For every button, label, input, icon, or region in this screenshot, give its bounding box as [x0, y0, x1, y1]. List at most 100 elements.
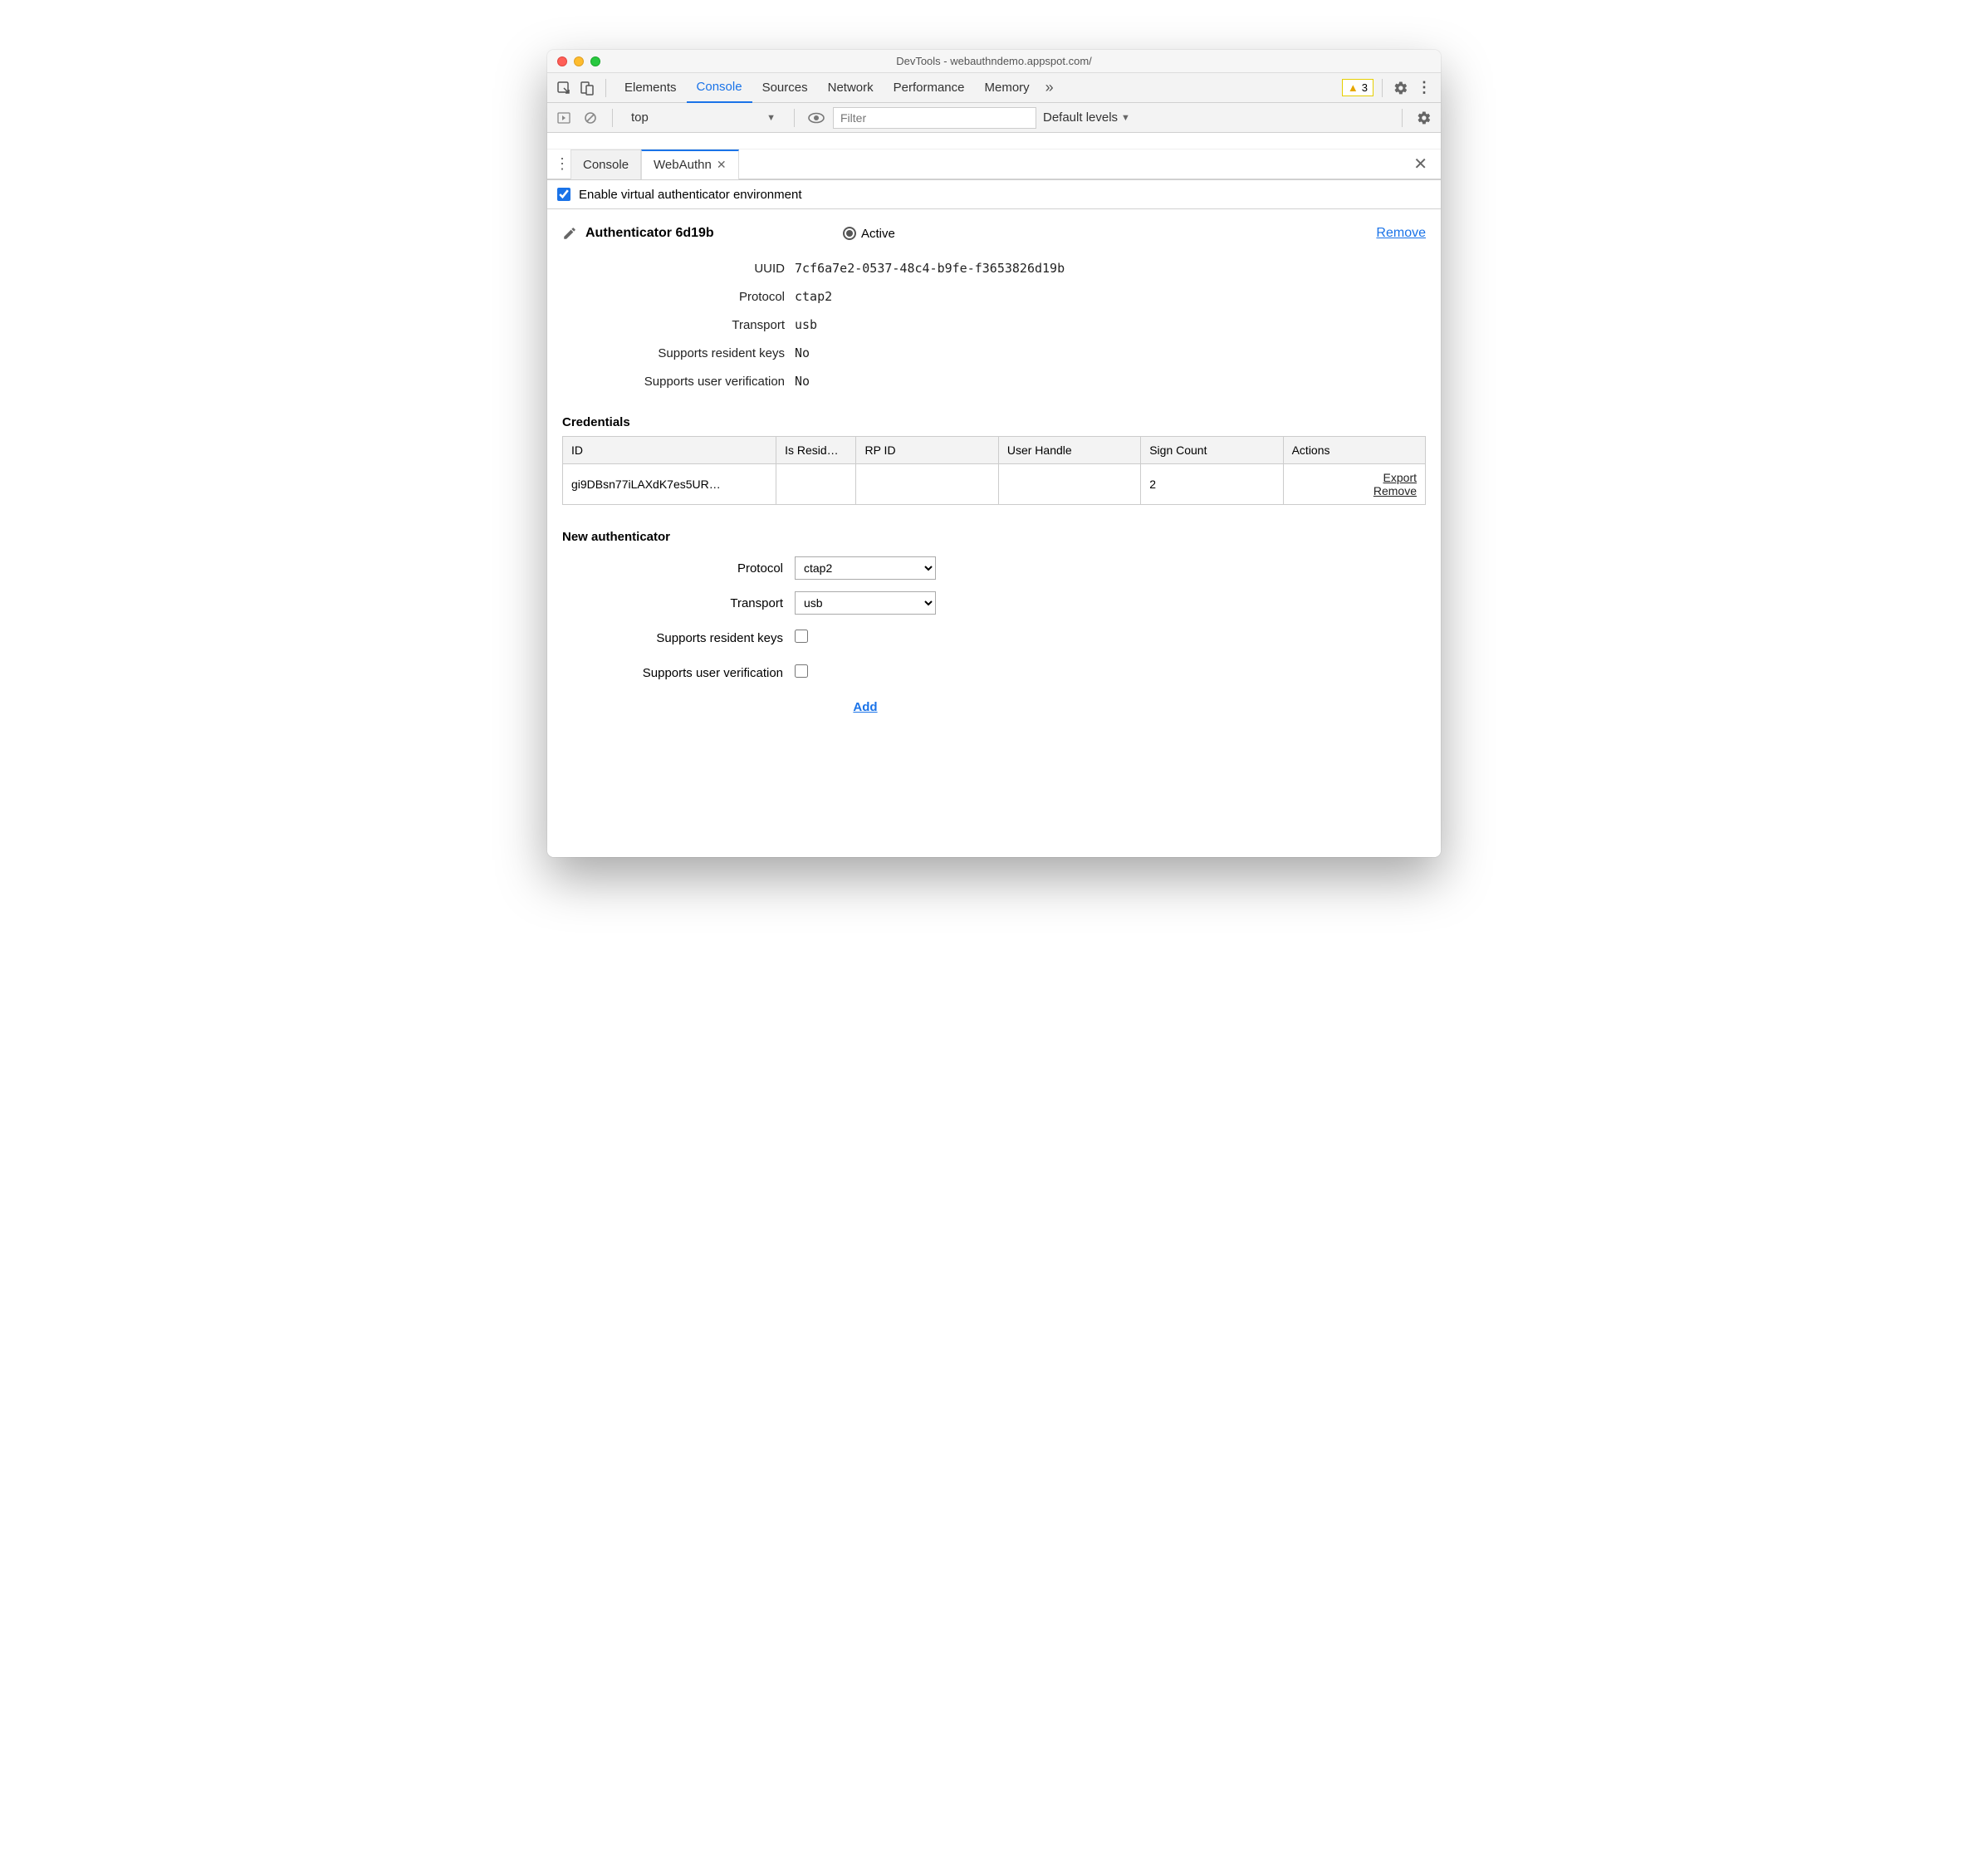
panel-tabs: Elements Console Sources Network Perform…	[615, 73, 1339, 103]
detail-row: UUID 7cf6a7e2-0537-48c4-b9fe-f3653826d19…	[579, 254, 1426, 282]
userverify-label: Supports user verification	[562, 666, 795, 680]
filter-input[interactable]	[833, 107, 1036, 129]
warning-icon: ▲	[1348, 81, 1359, 94]
transport-select[interactable]: usb	[795, 591, 936, 615]
drawer-tab-webauthn[interactable]: WebAuthn ✕	[641, 149, 739, 179]
detail-value: No	[795, 374, 810, 389]
enable-virtual-auth-row: Enable virtual authenticator environment	[547, 179, 1441, 209]
divider	[794, 109, 795, 127]
levels-label: Default levels	[1043, 110, 1118, 125]
th-signcount[interactable]: Sign Count	[1141, 437, 1283, 464]
tab-performance[interactable]: Performance	[884, 73, 975, 103]
issues-badge[interactable]: ▲ 3	[1342, 79, 1373, 96]
detail-row: Protocol ctap2	[579, 282, 1426, 311]
close-drawer-icon[interactable]: ✕	[1407, 154, 1434, 174]
detail-row: Supports user verification No	[579, 367, 1426, 395]
close-tab-icon[interactable]: ✕	[717, 158, 727, 172]
clear-console-icon[interactable]	[580, 108, 600, 128]
more-tabs-icon[interactable]: »	[1040, 78, 1060, 98]
divider	[1402, 109, 1403, 127]
transport-label: Transport	[562, 596, 795, 610]
tab-elements[interactable]: Elements	[615, 73, 687, 103]
divider	[612, 109, 613, 127]
userverify-checkbox[interactable]	[795, 664, 808, 678]
credentials-table: ID Is Resid… RP ID User Handle Sign Coun…	[562, 436, 1426, 505]
drawer-tab-label: Console	[583, 158, 629, 172]
form-row-transport: Transport usb	[562, 586, 1426, 620]
chevron-down-icon: ▼	[1121, 113, 1130, 123]
th-userhandle[interactable]: User Handle	[998, 437, 1140, 464]
export-credential-link[interactable]: Export	[1292, 471, 1417, 484]
inspect-icon[interactable]	[554, 78, 574, 98]
protocol-label: Protocol	[562, 561, 795, 576]
radio-dot-icon	[843, 227, 856, 240]
device-toggle-icon[interactable]	[577, 78, 597, 98]
detail-value: ctap2	[795, 289, 832, 304]
detail-label: UUID	[579, 262, 795, 276]
detail-value: No	[795, 345, 810, 360]
th-resident[interactable]: Is Resid…	[776, 437, 856, 464]
form-row-protocol: Protocol ctap2	[562, 551, 1426, 586]
enable-label: Enable virtual authenticator environment	[579, 188, 802, 202]
console-output-area	[547, 133, 1441, 149]
active-label: Active	[861, 227, 895, 241]
titlebar: DevTools - webauthndemo.appspot.com/	[547, 50, 1441, 73]
drawer-kebab-icon[interactable]: ⋮	[554, 155, 570, 173]
drawer-tab-label: WebAuthn	[654, 158, 712, 172]
form-row-userverify: Supports user verification	[562, 655, 1426, 690]
drawer-tabstrip: ⋮ Console WebAuthn ✕ ✕	[547, 149, 1441, 179]
chevron-down-icon: ▼	[766, 113, 776, 123]
enable-virtual-auth-checkbox[interactable]	[557, 188, 570, 201]
tab-console[interactable]: Console	[687, 73, 752, 103]
main-toolbar: Elements Console Sources Network Perform…	[547, 73, 1441, 103]
resident-checkbox[interactable]	[795, 630, 808, 643]
execute-icon[interactable]	[554, 108, 574, 128]
cell-signcount: 2	[1141, 464, 1283, 505]
detail-value: usb	[795, 317, 817, 332]
remove-authenticator-link[interactable]: Remove	[1376, 226, 1426, 241]
cell-id: gi9DBsn77iLAXdK7es5UR…	[563, 464, 776, 505]
toolbar-right: ▲ 3 ⋮	[1342, 78, 1434, 98]
context-selector[interactable]: top ▼	[624, 107, 782, 129]
divider	[605, 79, 606, 97]
tab-memory[interactable]: Memory	[975, 73, 1040, 103]
tab-network[interactable]: Network	[818, 73, 884, 103]
add-authenticator-link[interactable]: Add	[853, 700, 877, 714]
detail-row: Supports resident keys No	[579, 339, 1426, 367]
console-subbar: top ▼ Default levels ▼	[547, 103, 1441, 133]
issues-count: 3	[1362, 81, 1368, 94]
th-rpid[interactable]: RP ID	[856, 437, 998, 464]
credentials-title: Credentials	[562, 415, 1426, 429]
th-actions[interactable]: Actions	[1283, 437, 1425, 464]
live-expression-icon[interactable]	[806, 108, 826, 128]
detail-label: Protocol	[579, 290, 795, 304]
form-row-resident: Supports resident keys	[562, 620, 1426, 655]
active-radio[interactable]: Active	[843, 227, 895, 241]
detail-row: Transport usb	[579, 311, 1426, 339]
detail-label: Supports resident keys	[579, 346, 795, 360]
detail-value: 7cf6a7e2-0537-48c4-b9fe-f3653826d19b	[795, 261, 1065, 276]
th-id[interactable]: ID	[563, 437, 776, 464]
authenticator-title: Authenticator 6d19b	[585, 226, 835, 241]
form-row-add: Add	[562, 690, 1426, 725]
drawer-tab-console[interactable]: Console	[570, 149, 641, 179]
window-title: DevTools - webauthndemo.appspot.com/	[547, 55, 1441, 67]
new-authenticator-section: New authenticator Protocol ctap2 Transpo…	[562, 530, 1426, 725]
new-auth-title: New authenticator	[562, 530, 1426, 544]
authenticator-details: UUID 7cf6a7e2-0537-48c4-b9fe-f3653826d19…	[579, 254, 1426, 395]
edit-icon[interactable]	[562, 226, 577, 241]
devtools-window: DevTools - webauthndemo.appspot.com/ Ele…	[547, 50, 1441, 857]
detail-label: Supports user verification	[579, 375, 795, 389]
tab-sources[interactable]: Sources	[752, 73, 818, 103]
divider	[1382, 79, 1383, 97]
log-levels-selector[interactable]: Default levels ▼	[1043, 110, 1130, 125]
webauthn-content: Authenticator 6d19b Active Remove UUID 7…	[547, 209, 1441, 857]
console-settings-gear-icon[interactable]	[1414, 108, 1434, 128]
cell-resident	[776, 464, 856, 505]
kebab-menu-icon[interactable]: ⋮	[1414, 78, 1434, 98]
remove-credential-link[interactable]: Remove	[1292, 484, 1417, 497]
settings-gear-icon[interactable]	[1391, 78, 1411, 98]
table-header-row: ID Is Resid… RP ID User Handle Sign Coun…	[563, 437, 1426, 464]
cell-actions: Export Remove	[1283, 464, 1425, 505]
protocol-select[interactable]: ctap2	[795, 556, 936, 580]
